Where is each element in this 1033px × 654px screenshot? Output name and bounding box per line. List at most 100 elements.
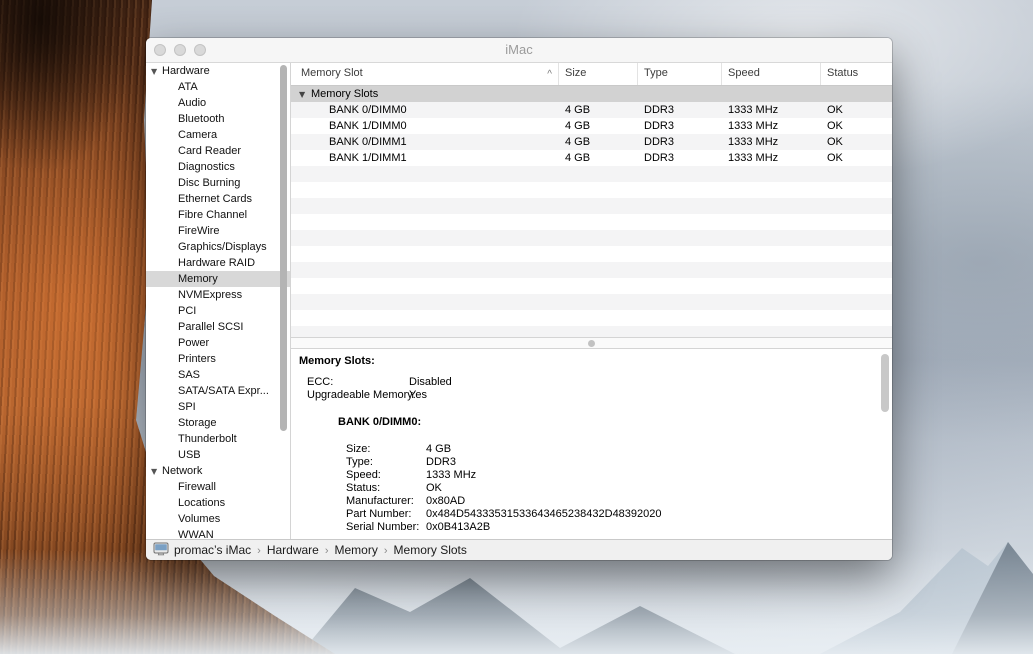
detail-bank-field-value: 0x484D54333531533643465238432D48392020: [426, 508, 662, 521]
detail-bank-field-label: Size:: [346, 443, 426, 456]
detail-bank-field-row: Speed:1333 MHz: [346, 469, 892, 482]
sidebar-item-sas[interactable]: SAS: [146, 367, 290, 383]
detail-bank-field-value: 4 GB: [426, 443, 451, 456]
detail-bank-field-row: Type:DDR3: [346, 456, 892, 469]
detail-bank-field-row: Serial Number:0x0B413A2B: [346, 521, 892, 534]
sidebar-item-hardware-raid[interactable]: Hardware RAID: [146, 255, 290, 271]
table-group-row[interactable]: ▼Memory Slots: [291, 86, 892, 102]
sidebar-item-ata[interactable]: ATA: [146, 79, 290, 95]
table-row[interactable]: BANK 1/DIMM14 GBDDR31333 MHzOK: [291, 150, 892, 166]
status-bar: promac’s iMac›Hardware›Memory›Memory Slo…: [146, 539, 892, 560]
table-row[interactable]: BANK 0/DIMM04 GBDDR31333 MHzOK: [291, 102, 892, 118]
breadcrumb-item-memory: Memory: [335, 543, 378, 557]
sidebar-item-fibre-channel[interactable]: Fibre Channel: [146, 207, 290, 223]
sidebar-item-spi[interactable]: SPI: [146, 399, 290, 415]
table-filler-row: [291, 182, 892, 198]
table-row[interactable]: BANK 1/DIMM04 GBDDR31333 MHzOK: [291, 118, 892, 134]
sidebar-item-diagnostics[interactable]: Diagnostics: [146, 159, 290, 175]
column-header-label: Speed: [728, 67, 760, 79]
sidebar-item-usb[interactable]: USB: [146, 447, 290, 463]
sidebar-item-sata-sata-expr[interactable]: SATA/SATA Expr...: [146, 383, 290, 399]
sidebar-item-ethernet-cards[interactable]: Ethernet Cards: [146, 191, 290, 207]
detail-bank-field-row: Size:4 GB: [346, 443, 892, 456]
sidebar-item-locations[interactable]: Locations: [146, 495, 290, 511]
table-filler-row: [291, 166, 892, 182]
table-cell: 4 GB: [559, 134, 638, 150]
detail-field-value: Disabled: [409, 376, 452, 389]
sidebar-scrollbar-thumb[interactable]: [280, 65, 287, 431]
table-cell: DDR3: [638, 150, 722, 166]
detail-title: Memory Slots:: [299, 355, 892, 368]
sidebar-item-bluetooth[interactable]: Bluetooth: [146, 111, 290, 127]
column-header-label: Memory Slot: [301, 67, 363, 79]
sidebar-item-printers[interactable]: Printers: [146, 351, 290, 367]
breadcrumb-item-memory-slots: Memory Slots: [394, 543, 467, 557]
detail-bank-field-label: Status:: [346, 482, 426, 495]
pane-splitter[interactable]: [291, 337, 892, 349]
breadcrumb-separator: ›: [384, 545, 388, 557]
detail-field-label: Upgradeable Memory:: [307, 389, 409, 402]
sidebar-item-camera[interactable]: Camera: [146, 127, 290, 143]
sidebar-group-hardware[interactable]: ▼Hardware: [146, 63, 290, 79]
table-cell: OK: [821, 134, 892, 150]
table-cell: 4 GB: [559, 102, 638, 118]
table-cell: OK: [821, 118, 892, 134]
detail-bank-field-value: OK: [426, 482, 442, 495]
table-rows: BANK 0/DIMM04 GBDDR31333 MHzOKBANK 1/DIM…: [291, 102, 892, 337]
sidebar-item-card-reader[interactable]: Card Reader: [146, 143, 290, 159]
sidebar-item-thunderbolt[interactable]: Thunderbolt: [146, 431, 290, 447]
detail-bank-field-value: DDR3: [426, 456, 456, 469]
table-cell: BANK 1/DIMM1: [291, 150, 559, 166]
detail-scrollbar-thumb[interactable]: [881, 354, 889, 412]
table-filler-row: [291, 326, 892, 337]
column-header-size[interactable]: Size: [559, 63, 638, 85]
sort-ascending-icon: ^: [547, 64, 552, 85]
sidebar-item-memory[interactable]: Memory: [146, 271, 290, 287]
table-filler-row: [291, 294, 892, 310]
column-header-label: Status: [827, 67, 858, 79]
table-filler-row: [291, 278, 892, 294]
table-cell: BANK 0/DIMM1: [291, 134, 559, 150]
table-filler-row: [291, 246, 892, 262]
column-header-type[interactable]: Type: [638, 63, 722, 85]
sidebar-item-disc-burning[interactable]: Disc Burning: [146, 175, 290, 191]
sidebar-item-audio[interactable]: Audio: [146, 95, 290, 111]
detail-pane: Memory Slots: ECC:DisabledUpgradeable Me…: [291, 349, 892, 540]
sidebar-item-firewall[interactable]: Firewall: [146, 479, 290, 495]
table-row[interactable]: BANK 0/DIMM14 GBDDR31333 MHzOK: [291, 134, 892, 150]
sidebar-item-parallel-scsi[interactable]: Parallel SCSI: [146, 319, 290, 335]
table-cell: 1333 MHz: [722, 150, 821, 166]
sidebar-group-network[interactable]: ▼Network: [146, 463, 290, 479]
system-information-window: iMac ▼HardwareATAAudioBluetoothCameraCar…: [146, 38, 892, 560]
disclosure-triangle-icon[interactable]: ▼: [299, 87, 311, 103]
sidebar-item-firewire[interactable]: FireWire: [146, 223, 290, 239]
detail-bank-field-label: Serial Number:: [346, 521, 426, 534]
table-filler-row: [291, 262, 892, 278]
detail-fields: ECC:DisabledUpgradeable Memory:Yes: [307, 376, 892, 402]
sidebar-item-storage[interactable]: Storage: [146, 415, 290, 431]
detail-bank-field-value: 1333 MHz: [426, 469, 476, 482]
column-header-status[interactable]: Status: [821, 63, 892, 85]
detail-bank-field-row: Status:OK: [346, 482, 892, 495]
table-body: ▼Memory Slots BANK 0/DIMM04 GBDDR31333 M…: [291, 86, 892, 337]
detail-field-row: ECC:Disabled: [307, 376, 892, 389]
splitter-dimple-icon: [588, 340, 595, 347]
titlebar[interactable]: iMac: [146, 38, 892, 63]
breadcrumb-separator: ›: [257, 545, 261, 557]
detail-field-value: Yes: [409, 389, 427, 402]
column-header-memory-slot[interactable]: Memory Slot ^: [291, 63, 559, 85]
table-cell: DDR3: [638, 134, 722, 150]
disclosure-triangle-icon: ▼: [151, 464, 162, 480]
table-cell: 4 GB: [559, 150, 638, 166]
column-header-speed[interactable]: Speed: [722, 63, 821, 85]
detail-bank-field-label: Part Number:: [346, 508, 426, 521]
sidebar-item-nvmexpress[interactable]: NVMExpress: [146, 287, 290, 303]
sidebar-item-power[interactable]: Power: [146, 335, 290, 351]
sidebar-item-graphics-displays[interactable]: Graphics/Displays: [146, 239, 290, 255]
sidebar-item-volumes[interactable]: Volumes: [146, 511, 290, 527]
sidebar-group-label: Network: [162, 465, 202, 477]
table-cell: OK: [821, 150, 892, 166]
detail-bank-field-label: Manufacturer:: [346, 495, 426, 508]
sidebar-item-pci[interactable]: PCI: [146, 303, 290, 319]
window-body: ▼HardwareATAAudioBluetoothCameraCard Rea…: [146, 63, 892, 540]
